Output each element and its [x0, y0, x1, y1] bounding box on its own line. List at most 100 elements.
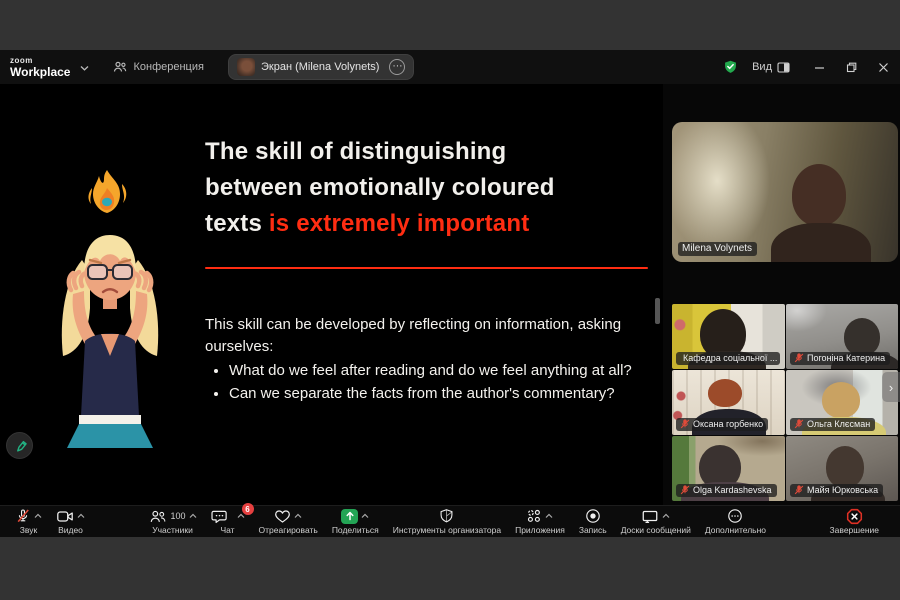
participant-name: Погоніна Катерина [807, 353, 885, 363]
security-shield-icon[interactable] [723, 59, 738, 75]
mute-label: Звук [20, 525, 37, 535]
muted-mic-icon [15, 508, 31, 524]
chevron-down-icon[interactable] [80, 58, 89, 76]
end-meeting-label: Завершение [830, 525, 879, 535]
slide-title-line1: The skill of distinguishing [205, 134, 555, 170]
muted-mic-icon [794, 419, 804, 429]
whiteboard-icon [641, 509, 659, 524]
chevron-up-icon[interactable] [237, 513, 245, 519]
end-meeting-button[interactable]: Завершение [823, 506, 886, 538]
participant-name-badge: Milena Volynets [678, 242, 757, 256]
close-button[interactable] [876, 60, 890, 74]
chevron-up-icon[interactable] [77, 513, 85, 519]
record-icon [585, 508, 601, 524]
record-label: Запись [579, 525, 607, 535]
participant-name-badge: Olga Kardashevska [676, 484, 777, 497]
tab-conference-label: Конференция [133, 61, 203, 73]
participant-name: Кафедра соціальної ... [683, 353, 777, 363]
view-button[interactable]: Вид [752, 61, 790, 73]
meeting-toolbar: Звук Видео [0, 505, 900, 537]
chevron-up-icon[interactable] [361, 513, 369, 519]
titlebar: zoom Workplace Конференция Экран (Milena… [0, 50, 900, 84]
chat-label: Чат [220, 525, 234, 535]
slide-title-line3: texts is extremely important [205, 206, 555, 242]
apps-label: Приложения [515, 525, 565, 535]
react-button[interactable]: Отреагировать [252, 506, 325, 538]
tab-screen-label: Экран (Milena Volynets) [261, 61, 379, 73]
participant-name-badge: Кафедра соціальної ... [676, 352, 780, 365]
react-label: Отреагировать [259, 525, 318, 535]
participant-name: Ольга Клєсман [807, 419, 870, 429]
brand-workplace: Workplace [10, 66, 70, 78]
video-tile[interactable]: Майя Юрковська [786, 436, 898, 501]
chat-button[interactable]: 6 Чат [204, 506, 252, 538]
host-tools-button[interactable]: Инструменты организатора [386, 506, 508, 538]
video-label: Видео [58, 525, 83, 535]
participant-name-badge: Ольга Клєсман [790, 418, 875, 431]
brand-zoom: zoom [10, 57, 70, 65]
minimize-button[interactable] [812, 60, 826, 74]
participants-button[interactable]: 100 Участники [142, 506, 204, 538]
layout-grid-icon [777, 62, 790, 73]
chat-icon [211, 509, 228, 524]
slide-body: This skill can be developed by reflectin… [205, 314, 655, 405]
participants-count: 100 [171, 511, 186, 521]
participants-icon [149, 509, 167, 524]
video-panel: Milena Volynets Кафедра соціальної ... П… [663, 84, 900, 505]
chevron-up-icon[interactable] [294, 513, 302, 519]
panel-resize-handle[interactable] [655, 298, 660, 324]
apps-icon [526, 508, 542, 524]
tab-options-icon[interactable]: ⋯ [389, 59, 405, 75]
tab-screen-share[interactable]: Экран (Milena Volynets) ⋯ [228, 54, 414, 80]
shield-icon [439, 508, 454, 524]
next-videos-chevron[interactable]: › [882, 372, 900, 402]
video-tile[interactable]: Кафедра соціальної ... [672, 304, 785, 369]
desktop-background: zoom Workplace Конференция Экран (Milena… [0, 0, 900, 600]
mute-button[interactable]: Звук [8, 506, 49, 538]
chevron-up-icon[interactable] [34, 513, 42, 519]
zoom-workplace-logo: zoom Workplace [10, 57, 70, 78]
muted-mic-icon [680, 485, 690, 495]
slide-title: The skill of distinguishing between emot… [205, 134, 555, 242]
video-tile-speaker[interactable]: Milena Volynets [672, 122, 898, 262]
apps-button[interactable]: Приложения [508, 506, 572, 538]
shared-screen: The skill of distinguishing between emot… [0, 84, 663, 505]
whiteboards-button[interactable]: Доски сообщений [614, 506, 698, 538]
slide-body-intro: This skill can be developed by reflectin… [205, 314, 655, 358]
video-tile[interactable]: Погоніна Катерина [786, 304, 898, 369]
video-tile[interactable]: Olga Kardashevska [672, 436, 785, 501]
tab-conference[interactable]: Конференция [113, 61, 203, 73]
participant-name: Майя Юрковська [807, 485, 878, 495]
whiteboards-label: Доски сообщений [621, 525, 691, 535]
maximize-button[interactable] [844, 60, 858, 74]
share-label: Поделиться [332, 525, 379, 535]
chevron-up-icon[interactable] [189, 513, 197, 519]
muted-mic-icon [794, 353, 804, 363]
chevron-up-icon[interactable] [662, 513, 670, 519]
share-screen-icon [341, 509, 358, 524]
heart-icon [274, 509, 291, 524]
record-button[interactable]: Запись [572, 506, 614, 538]
view-label: Вид [752, 61, 772, 73]
zoom-window: zoom Workplace Конференция Экран (Milena… [0, 50, 900, 537]
slide-title-line2: between emotionally coloured [205, 170, 555, 206]
more-label: Дополнительно [705, 525, 766, 535]
more-button[interactable]: Дополнительно [698, 506, 773, 538]
participants-label: Участники [152, 525, 193, 535]
video-button[interactable]: Видео [49, 506, 92, 538]
avatar [237, 58, 255, 76]
people-icon [113, 61, 127, 73]
muted-mic-icon [680, 419, 690, 429]
participant-name-badge: Майя Юрковська [790, 484, 883, 497]
share-screen-button[interactable]: Поделиться [325, 506, 386, 538]
participant-name: Olga Kardashevska [693, 485, 772, 495]
ellipsis-icon [727, 508, 743, 524]
participant-name: Оксана горбенко [693, 419, 763, 429]
muted-mic-icon [794, 485, 804, 495]
participant-name-badge: Оксана горбенко [676, 418, 768, 431]
chevron-up-icon[interactable] [545, 513, 553, 519]
video-tile[interactable]: Оксана горбенко [672, 370, 785, 435]
slide-bullet-2: Can we separate the facts from the autho… [229, 383, 655, 405]
chat-unread-badge: 6 [242, 503, 254, 515]
annotate-button[interactable] [6, 432, 33, 459]
